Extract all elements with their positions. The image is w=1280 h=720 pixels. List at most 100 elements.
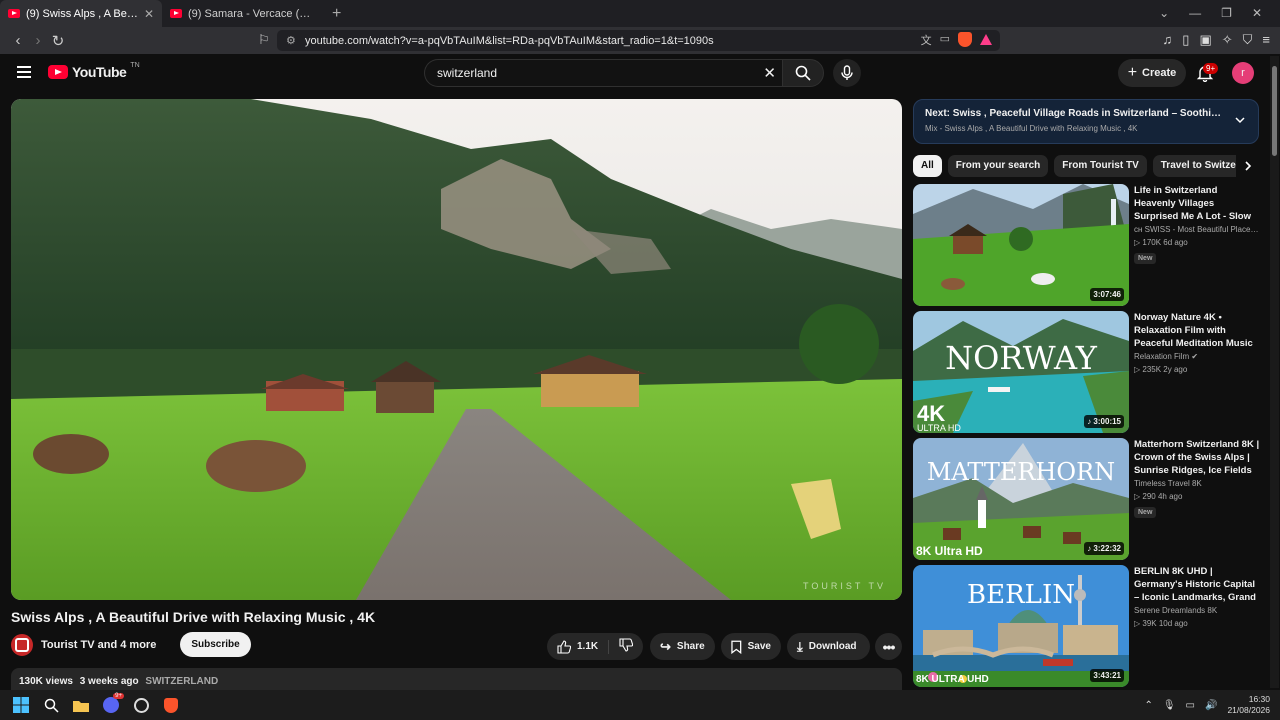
tab-search-icon[interactable]: ⌄	[1159, 6, 1169, 20]
more-icon: •••	[882, 638, 896, 655]
search-input[interactable]: switzerland ✕	[424, 59, 782, 87]
github-desktop-icon[interactable]	[126, 690, 156, 720]
video-thumbnail[interactable]: MATTERHORN 8K Ultra HD ♪ 3:22:32	[913, 438, 1129, 560]
tray-volume-icon[interactable]: 🔊	[1205, 700, 1217, 711]
thumbnail-overlay-text: NORWAY	[945, 339, 1098, 377]
video-thumbnail[interactable]: BERLIN 8K ULTRA UHD 3:43:21	[913, 565, 1129, 687]
file-explorer-icon[interactable]	[66, 690, 96, 720]
brave-browser-icon[interactable]	[156, 690, 186, 720]
back-icon[interactable]: ‹	[8, 32, 28, 49]
share-icon: ↪	[660, 638, 671, 654]
create-label: Create	[1142, 67, 1177, 79]
tray-overflow-icon[interactable]: ⌃	[1144, 700, 1152, 711]
download-label: Download	[808, 641, 857, 652]
logo-text: YouTube	[72, 64, 127, 80]
share-button[interactable]: ↪ Share	[650, 633, 715, 660]
new-badge: New	[1134, 507, 1157, 518]
wallet-icon[interactable]: ▣	[1199, 32, 1211, 48]
avatar[interactable]: r	[1232, 62, 1254, 84]
minimize-button[interactable]: —	[1189, 6, 1201, 20]
brave-shields-icon[interactable]	[958, 32, 972, 47]
tab-close-icon[interactable]: ✕	[144, 7, 154, 21]
recommendation-title: BERLIN 8K UHD | Germany's Historic Capit…	[1134, 566, 1256, 603]
view-count: 130K views	[19, 676, 73, 687]
thumbnail-resolution: 8K ULTRA UHD	[916, 674, 989, 685]
taskbar-clock[interactable]: 16:30 21/08/2026	[1227, 694, 1270, 716]
tray-mic-icon[interactable]: 🎙	[1163, 700, 1176, 711]
create-button[interactable]: + Create	[1118, 59, 1186, 87]
chip-from-search[interactable]: From your search	[947, 155, 1049, 177]
new-tab-button[interactable]: +	[332, 5, 341, 23]
up-next-mix-panel[interactable]: Next: Swiss , Peaceful Village Roads in …	[913, 99, 1259, 144]
vpn-icon[interactable]: ⛉	[1243, 32, 1253, 48]
description-box[interactable]: 130K views 3 weeks ago SWITZERLAND	[11, 668, 902, 690]
subscribe-button[interactable]: Subscribe	[180, 632, 251, 657]
tab-title: (9) Samara - Vercace (Audio) - YouTu	[188, 7, 316, 20]
sidebar-icon[interactable]: ▯	[1182, 32, 1189, 48]
upload-age: 3 weeks ago	[79, 676, 139, 687]
recommendation-channel: Relaxation Film ✔	[1134, 352, 1260, 361]
chip-from-channel[interactable]: From Tourist TV	[1054, 155, 1147, 177]
chip-all[interactable]: All	[913, 155, 942, 177]
save-label: Save	[747, 641, 771, 652]
cast-icon[interactable]: ▭	[940, 32, 950, 48]
recommendation-stats: ▷ 290 4h ago	[1134, 492, 1183, 501]
recommendation-item[interactable]: BERLIN 8K ULTRA UHD 3:43:21 BERLIN 8K UH…	[913, 565, 1263, 687]
dislike-button[interactable]	[615, 638, 634, 655]
discord-icon[interactable]: 9+	[96, 690, 126, 720]
like-count: 1.1K	[577, 641, 599, 652]
save-button[interactable]: Save	[721, 633, 781, 660]
forward-icon[interactable]: ›	[28, 32, 48, 49]
bookmark-icon[interactable]: ⚐	[258, 32, 270, 48]
channel-name[interactable]: Tourist TV and 4 more	[41, 639, 156, 651]
media-icon[interactable]: ♫	[1163, 32, 1173, 48]
brave-rewards-icon[interactable]	[980, 34, 992, 45]
scrollbar-thumb[interactable]	[1272, 66, 1277, 156]
recommendation-item[interactable]: NORWAY 4K ULTRA HD ♪ 3:00:15 Norway Natu…	[913, 311, 1263, 433]
recommendation-channel: ᴄʜ SWISS - Most Beautiful Places...	[1134, 225, 1260, 234]
recommendation-item[interactable]: 3:07:46 Life in Switzerland Heavenly Vil…	[913, 184, 1263, 306]
recommendation-item[interactable]: MATTERHORN 8K Ultra HD ♪ 3:22:32 Matterh…	[913, 438, 1263, 560]
site-info-icon[interactable]: ⚙	[286, 34, 296, 47]
translate-icon[interactable]: 文	[921, 32, 932, 48]
search-button[interactable]	[782, 59, 824, 87]
verified-icon: ✔	[1191, 352, 1199, 361]
search-icon[interactable]	[36, 690, 66, 720]
duration-badge: 3:07:46	[1090, 288, 1124, 301]
tray-network-icon[interactable]: ▭	[1186, 700, 1195, 711]
recommendation-stats: ▷ 39K 10d ago	[1134, 619, 1188, 628]
clear-search-icon[interactable]: ✕	[763, 64, 776, 82]
chips-next-button[interactable]	[1236, 155, 1260, 177]
guide-menu-icon[interactable]	[17, 66, 31, 78]
reload-icon[interactable]: ↻	[48, 32, 68, 50]
tab-swiss-alps[interactable]: (9) Swiss Alps , A Beautiful Drive ✕	[0, 0, 162, 27]
microphone-icon	[841, 65, 853, 80]
plus-icon: +	[1127, 64, 1138, 81]
video-thumbnail[interactable]: NORWAY 4K ULTRA HD ♪ 3:00:15	[913, 311, 1129, 433]
youtube-logo[interactable]: YouTube TN	[48, 62, 140, 80]
recommendation-stats: ▷ 235K 2y ago	[1134, 365, 1188, 374]
youtube-favicon-icon	[8, 9, 20, 18]
close-window-button[interactable]: ✕	[1252, 6, 1262, 20]
like-button[interactable]: 1.1K	[557, 639, 610, 654]
download-button[interactable]: ⤓ Download	[787, 633, 870, 660]
windows-logo-icon	[13, 697, 29, 713]
channel-watermark: TOURIST TV	[802, 581, 886, 591]
video-thumbnail[interactable]: 3:07:46	[913, 184, 1129, 306]
leo-ai-icon[interactable]: ✧	[1222, 32, 1233, 48]
page-scrollbar[interactable]	[1270, 56, 1279, 688]
tab-samara[interactable]: (9) Samara - Vercace (Audio) - YouTu	[162, 0, 324, 27]
video-player[interactable]: TOURIST TV	[11, 99, 902, 600]
hashtag[interactable]: SWITZERLAND	[145, 676, 218, 687]
url-text: youtube.com/watch?v=a-pqVbTAuIM&list=RDa…	[305, 34, 714, 47]
maximize-button[interactable]: ❐	[1221, 6, 1232, 20]
more-actions-button[interactable]: •••	[875, 633, 902, 660]
menu-icon[interactable]: ≡	[1262, 32, 1270, 48]
channel-row: Tourist TV and 4 more Subscribe	[11, 632, 251, 657]
windows-start-icon[interactable]	[6, 690, 36, 720]
channel-avatar[interactable]	[11, 633, 33, 656]
clock-date: 21/08/2026	[1227, 705, 1270, 715]
chevron-down-icon[interactable]	[1234, 114, 1246, 126]
url-field[interactable]: ⚙ youtube.com/watch?v=a-pqVbTAuIM&list=R…	[277, 30, 1000, 51]
voice-search-button[interactable]	[833, 59, 861, 87]
